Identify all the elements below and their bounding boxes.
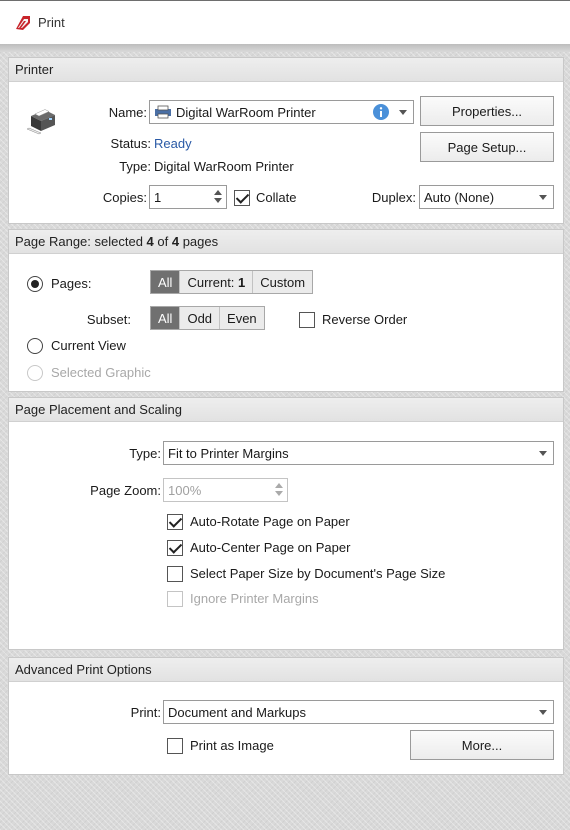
printer-name-combo[interactable]: Digital WarRoom Printer xyxy=(149,100,414,124)
chevron-down-icon xyxy=(539,451,547,456)
type-label: Type: xyxy=(119,159,151,174)
selected-count: 4 xyxy=(146,234,154,249)
printer-icon xyxy=(26,109,55,135)
reverse-order-checkbox[interactable] xyxy=(299,312,315,328)
current-view-radio[interactable] xyxy=(27,338,43,354)
chevron-down-icon xyxy=(539,710,547,715)
page-setup-button[interactable]: Page Setup... xyxy=(420,132,554,162)
reverse-order-label: Reverse Order xyxy=(322,312,408,327)
current-label: Current: xyxy=(187,274,239,290)
subset-segmented: All Odd Even xyxy=(150,306,265,330)
duplex-value: Auto (None) xyxy=(424,189,495,205)
advanced-header: Advanced Print Options xyxy=(9,658,563,682)
status-label: Status: xyxy=(110,136,151,151)
placement-type-value: Fit to Printer Margins xyxy=(168,445,289,461)
page-range-header-suffix: pages xyxy=(179,234,219,249)
spinner-icon xyxy=(275,482,283,498)
collate-label: Collate xyxy=(256,190,297,205)
copies-value: 1 xyxy=(154,189,162,205)
total-count: 4 xyxy=(171,234,180,249)
pages-custom-button[interactable]: Custom xyxy=(252,271,312,293)
subset-odd-button[interactable]: Odd xyxy=(179,307,219,329)
print-as-image-checkbox[interactable] xyxy=(167,738,183,754)
placement-header: Page Placement and Scaling xyxy=(9,398,563,422)
printer-name-value: Digital WarRoom Printer xyxy=(176,104,316,120)
printer-small-icon xyxy=(155,105,171,119)
ignore-margins-label: Ignore Printer Margins xyxy=(190,591,319,606)
page-zoom-stepper[interactable]: 100% xyxy=(163,478,288,502)
chevron-down-icon xyxy=(539,195,547,200)
printer-header: Printer xyxy=(9,58,563,82)
window-title: Print xyxy=(38,15,65,30)
ignore-margins-checkbox[interactable] xyxy=(167,591,183,607)
properties-button[interactable]: Properties... xyxy=(420,96,554,126)
auto-rotate-label: Auto-Rotate Page on Paper xyxy=(190,514,350,529)
title-bar: Print xyxy=(0,0,570,44)
auto-center-checkbox[interactable] xyxy=(167,540,183,556)
type-value: Digital WarRoom Printer xyxy=(154,159,294,174)
page-zoom-value: 100% xyxy=(168,482,202,498)
subset-all-button[interactable]: All xyxy=(151,307,180,329)
placement-panel: Page Placement and Scaling Type: Fit to … xyxy=(8,397,564,650)
page-range-header: Page Range: selected 4 of 4 pages xyxy=(9,230,563,254)
spinner-icon xyxy=(214,189,222,205)
current-view-label: Current View xyxy=(51,338,126,353)
pages-segmented: All Current: 1 Custom xyxy=(150,270,314,294)
copies-label: Copies: xyxy=(102,190,147,205)
duplex-label: Duplex: xyxy=(371,190,416,205)
selected-graphic-label: Selected Graphic xyxy=(51,365,151,380)
auto-center-label: Auto-Center Page on Paper xyxy=(190,540,351,555)
print-value: Document and Markups xyxy=(168,704,307,720)
more-button[interactable]: More... xyxy=(410,730,554,760)
duplex-combo[interactable]: Auto (None) xyxy=(419,185,554,209)
pages-radio[interactable] xyxy=(27,276,43,292)
pages-all-button[interactable]: All xyxy=(151,271,180,293)
chevron-down-icon xyxy=(399,110,407,115)
copies-stepper[interactable]: 1 xyxy=(149,185,227,209)
collate-checkbox[interactable] xyxy=(234,190,250,206)
info-icon[interactable] xyxy=(373,104,389,120)
title-divider xyxy=(0,44,570,52)
printer-panel: Printer Name: Digital WarRoom Printer Pr… xyxy=(8,57,564,224)
pages-current-button[interactable]: Current: 1 xyxy=(179,271,252,293)
placement-type-combo[interactable]: Fit to Printer Margins xyxy=(163,441,554,465)
placement-type-label: Type: xyxy=(129,446,161,461)
page-zoom-label: Page Zoom: xyxy=(90,483,161,498)
advanced-panel: Advanced Print Options Print: Document a… xyxy=(8,657,564,775)
pages-label: Pages: xyxy=(51,276,92,291)
selected-graphic-radio[interactable] xyxy=(27,365,43,381)
auto-rotate-checkbox[interactable] xyxy=(167,514,183,530)
page-range-panel: Page Range: selected 4 of 4 pages Pages:… xyxy=(8,229,564,392)
status-value: Ready xyxy=(154,136,192,151)
subset-even-button[interactable]: Even xyxy=(219,307,264,329)
select-paper-size-checkbox[interactable] xyxy=(167,566,183,582)
subset-label: Subset: xyxy=(86,312,131,327)
printer-name-label: Name: xyxy=(108,105,147,120)
current-value: 1 xyxy=(238,274,246,290)
select-paper-size-label: Select Paper Size by Document's Page Siz… xyxy=(190,566,446,581)
app-logo-icon xyxy=(16,15,30,30)
print-combo[interactable]: Document and Markups xyxy=(163,700,554,724)
print-as-image-label: Print as Image xyxy=(190,738,274,753)
print-label: Print: xyxy=(130,705,161,720)
page-range-header-prefix: Page Range: selected xyxy=(15,234,147,249)
page-range-header-mid: of xyxy=(153,234,172,249)
